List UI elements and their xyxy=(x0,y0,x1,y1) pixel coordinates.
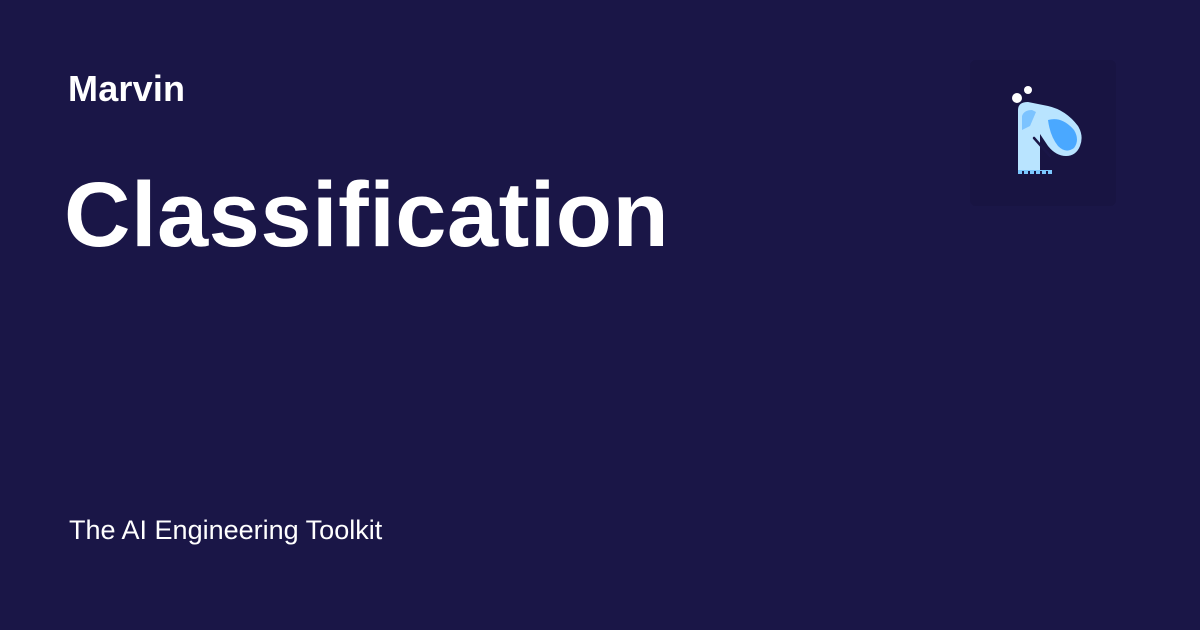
logo-container xyxy=(970,60,1116,206)
marvin-logo-icon xyxy=(1012,86,1082,174)
page-title: Classification xyxy=(64,164,670,266)
social-card: Marvin Classification The AI Engineering… xyxy=(0,0,1200,630)
site-name: Marvin xyxy=(68,68,186,109)
tagline: The AI Engineering Toolkit xyxy=(69,515,383,545)
